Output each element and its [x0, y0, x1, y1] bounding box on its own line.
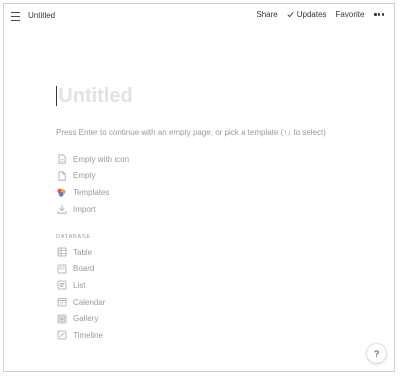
help-button[interactable]: ? [367, 344, 386, 363]
top-bar: Untitled Share Updates Favorite [4, 4, 394, 30]
option-label: Empty [73, 171, 96, 181]
gallery-icon [56, 313, 67, 324]
option-label: Templates [73, 187, 110, 197]
title-field[interactable]: Untitled [56, 84, 376, 108]
option-templates[interactable]: Templates [56, 184, 256, 201]
database-label: List [73, 280, 86, 290]
option-label: Empty with icon [73, 154, 130, 164]
database-label: Table [73, 247, 93, 257]
app-window: Untitled Share Updates Favorite Untitled [3, 3, 395, 372]
option-empty-with-icon[interactable]: Empty with icon [56, 151, 256, 168]
favorite-label: Favorite [335, 10, 365, 19]
share-button[interactable]: Share [256, 10, 277, 19]
top-actions: Share Updates Favorite [247, 10, 384, 19]
page-icon [56, 170, 67, 181]
database-label: Gallery [73, 314, 99, 324]
favorite-button[interactable]: Favorite [336, 10, 365, 19]
template-hint: Press Enter to continue with an empty pa… [56, 128, 326, 137]
database-calendar[interactable]: Calendar [56, 294, 256, 311]
database-timeline[interactable]: Timeline [56, 327, 256, 344]
import-icon [56, 204, 67, 215]
database-section-label: DATABASE [56, 234, 91, 240]
database-label: Calendar [73, 297, 106, 307]
database-label: Timeline [73, 330, 103, 340]
database-label: Board [73, 264, 95, 274]
option-import[interactable]: Import [56, 201, 256, 218]
option-label: Import [73, 204, 96, 214]
breadcrumb-page-title[interactable]: Untitled [28, 11, 55, 20]
list-icon [56, 280, 67, 291]
help-icon: ? [373, 348, 379, 359]
page-title-input[interactable]: Untitled [58, 85, 132, 108]
board-icon [56, 263, 67, 274]
timeline-icon [56, 330, 67, 341]
database-table[interactable]: Table [56, 244, 256, 261]
option-empty[interactable]: Empty [56, 168, 256, 185]
page-with-icon-icon [56, 154, 67, 165]
menu-icon[interactable] [10, 11, 22, 22]
page-options: Empty with icon Empty Templates Import [56, 151, 256, 217]
database-list[interactable]: List [56, 277, 256, 294]
database-gallery[interactable]: Gallery [56, 310, 256, 327]
database-board[interactable]: Board [56, 261, 256, 278]
database-options: Table Board List Calendar Gallery Timeli… [56, 244, 256, 344]
check-icon [287, 11, 294, 18]
templates-icon [56, 187, 67, 198]
text-cursor [56, 86, 58, 106]
calendar-icon [56, 297, 67, 308]
share-label: Share [256, 10, 278, 19]
updates-label: Updates [296, 10, 327, 19]
updates-button[interactable]: Updates [287, 10, 327, 19]
table-icon [56, 247, 67, 258]
page-content: Untitled Press Enter to continue with an… [56, 84, 376, 340]
more-options-icon[interactable] [374, 11, 384, 19]
